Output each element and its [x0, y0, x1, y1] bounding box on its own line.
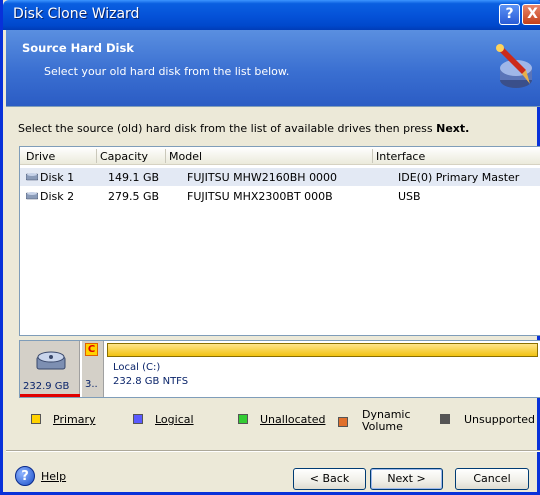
partition-small[interactable]: C 3..	[82, 341, 104, 397]
banner-subtitle: Select your old hard disk from the list …	[44, 65, 290, 78]
table-row[interactable]: Disk 1 149.1 GB FUJITSU MHW2160BH 0000 I…	[20, 168, 540, 186]
dynamic-swatch	[338, 417, 348, 427]
partition-usage-bar	[107, 343, 538, 357]
interface-cell: IDE(0) Primary Master	[398, 171, 520, 184]
disk-map-disk[interactable]: 232.9 GB	[20, 341, 80, 397]
hard-disk-icon	[26, 173, 38, 181]
back-button[interactable]: < Back	[293, 468, 366, 490]
column-model[interactable]: Model	[169, 150, 202, 164]
capacity-cell: 149.1 GB	[108, 171, 160, 184]
wizard-banner: Source Hard Disk Select your old hard di…	[6, 30, 540, 107]
list-header: Drive Capacity Model Interface	[20, 147, 540, 165]
disk-selection-indicator	[20, 394, 80, 397]
next-button[interactable]: Next >	[370, 468, 443, 490]
column-interface[interactable]: Interface	[376, 150, 425, 164]
volume-name: Local (C:)	[113, 362, 161, 373]
partition-main[interactable]: Local (C:) 232.8 GB NTFS	[107, 359, 538, 395]
model-cell: FUJITSU MHW2160BH 0000	[187, 171, 338, 184]
help-label[interactable]: Help	[41, 470, 66, 483]
help-icon[interactable]: ?	[15, 466, 35, 486]
unsupported-swatch	[440, 414, 450, 424]
partition-small-label: 3..	[85, 379, 98, 390]
drive-cell: Disk 2	[40, 190, 75, 203]
table-row[interactable]: Disk 2 279.5 GB FUJITSU MHX2300BT 000B U…	[20, 187, 540, 205]
partition-legend: Primary Logical Unallocated Dynamic Volu…	[19, 409, 540, 439]
column-capacity[interactable]: Capacity	[100, 150, 148, 164]
interface-cell: USB	[398, 190, 421, 203]
footer-separator	[6, 450, 540, 452]
model-cell: FUJITSU MHX2300BT 000B	[187, 190, 333, 203]
window-title: Disk Clone Wizard	[13, 6, 140, 22]
hard-disk-icon	[26, 192, 38, 200]
logical-swatch	[133, 414, 143, 424]
drive-cell: Disk 1	[40, 171, 75, 184]
disk-map[interactable]: 232.9 GB C 3.. Local (C:) 232.8 GB NTFS	[19, 340, 540, 398]
primary-swatch	[31, 414, 41, 424]
hard-disk-icon	[36, 351, 66, 370]
disk-size-label: 232.9 GB	[23, 381, 70, 392]
title-help-button[interactable]: ?	[499, 4, 520, 25]
volume-info: 232.8 GB NTFS	[113, 376, 189, 387]
title-close-button[interactable]: X	[522, 4, 540, 25]
instruction-text: Select the source (old) hard disk from t…	[18, 122, 470, 135]
partition-letter-badge: C	[85, 343, 98, 356]
drive-list[interactable]: Drive Capacity Model Interface Disk 1 14…	[19, 146, 540, 336]
banner-title: Source Hard Disk	[22, 41, 134, 55]
wizard-window: Disk Clone Wizard ? X Source Hard Disk S…	[0, 0, 540, 495]
title-bar[interactable]: Disk Clone Wizard ? X	[3, 0, 540, 30]
capacity-cell: 279.5 GB	[108, 190, 160, 203]
column-drive[interactable]: Drive	[26, 150, 55, 164]
unallocated-swatch	[238, 414, 248, 424]
cancel-button[interactable]: Cancel	[455, 468, 529, 490]
disk-clone-icon	[496, 44, 532, 88]
